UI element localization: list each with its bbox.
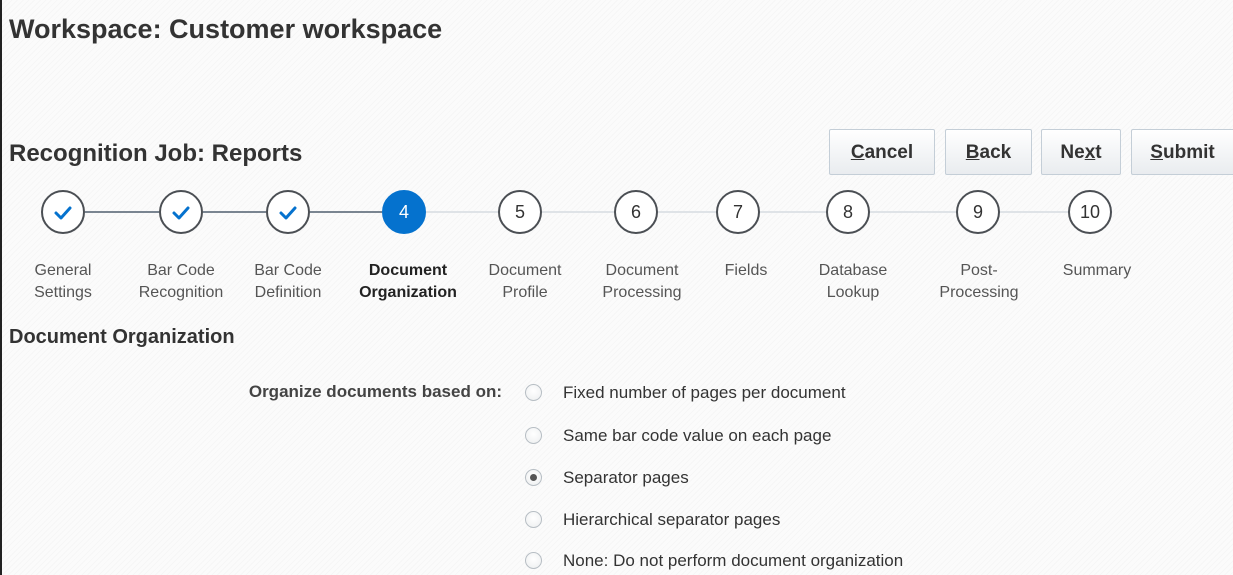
train-step-5[interactable]: 5 <box>498 190 542 234</box>
train-step-label[interactable]: Database Lookup <box>788 260 918 304</box>
train-step-4[interactable]: 4 <box>382 190 426 234</box>
train-step-9[interactable]: 9 <box>956 190 1000 234</box>
section-header: Document Organization <box>9 326 235 348</box>
train-step-label[interactable]: Post- Processing <box>914 260 1044 304</box>
train-step-8[interactable]: 8 <box>826 190 870 234</box>
next-accelerator: x <box>1084 142 1096 163</box>
train-connector <box>426 211 498 213</box>
submit-button[interactable]: Submit <box>1131 129 1233 175</box>
radio-icon[interactable] <box>525 469 542 486</box>
organize-field-label: Organize documents based on: <box>248 382 502 401</box>
train-connector <box>85 211 159 213</box>
workspace-title: Workspace: Customer workspace <box>9 14 443 44</box>
train-connector <box>760 211 826 213</box>
submit-label: ubmit <box>1162 142 1215 163</box>
radio-icon[interactable] <box>525 511 542 528</box>
train-step-2[interactable] <box>159 190 203 234</box>
train-step-1[interactable] <box>41 190 85 234</box>
back-accelerator: B <box>965 142 980 163</box>
next-button[interactable]: Next <box>1041 129 1121 175</box>
radio-icon[interactable] <box>525 427 542 444</box>
submit-accelerator: S <box>1150 142 1163 163</box>
check-icon <box>172 206 190 220</box>
cancel-label: ancel <box>864 142 914 163</box>
train-connector <box>658 211 716 213</box>
train-connector <box>542 211 614 213</box>
radio-label: None: Do not perform document organizati… <box>563 551 904 570</box>
radio-label: Same bar code value on each page <box>563 426 832 445</box>
train-step-7[interactable]: 7 <box>716 190 760 234</box>
radio-selected-dot <box>530 474 537 481</box>
next-label-post: t <box>1095 142 1102 163</box>
radio-label: Separator pages <box>563 468 689 487</box>
cancel-button[interactable]: Cancel <box>829 129 935 175</box>
back-label: ack <box>979 142 1012 163</box>
train-connector <box>1000 211 1068 213</box>
next-label-pre: Ne <box>1060 142 1085 163</box>
check-icon <box>279 206 297 220</box>
process-train: 4 5 6 7 8 9 10 General Settings Bar Code… <box>0 190 1233 310</box>
train-step-label[interactable]: Document Organization <box>343 260 473 304</box>
cancel-accelerator: C <box>850 142 865 163</box>
check-icon <box>54 206 72 220</box>
train-connector <box>310 211 382 213</box>
back-button[interactable]: Back <box>945 129 1032 175</box>
train-connector <box>870 211 956 213</box>
radio-icon[interactable] <box>525 384 542 401</box>
train-step-3[interactable] <box>266 190 310 234</box>
train-step-label[interactable]: Document Profile <box>460 260 590 304</box>
train-step-label[interactable]: General Settings <box>0 260 128 304</box>
radio-label: Fixed number of pages per document <box>563 383 846 402</box>
job-title: Recognition Job: Reports <box>9 140 303 167</box>
radio-icon[interactable] <box>525 552 542 569</box>
train-step-10[interactable]: 10 <box>1068 190 1112 234</box>
train-step-label[interactable]: Summary <box>1032 260 1162 282</box>
train-connector <box>203 211 266 213</box>
train-step-6[interactable]: 6 <box>614 190 658 234</box>
train-step-label[interactable]: Bar Code Definition <box>223 260 353 304</box>
radio-label: Hierarchical separator pages <box>563 510 781 529</box>
